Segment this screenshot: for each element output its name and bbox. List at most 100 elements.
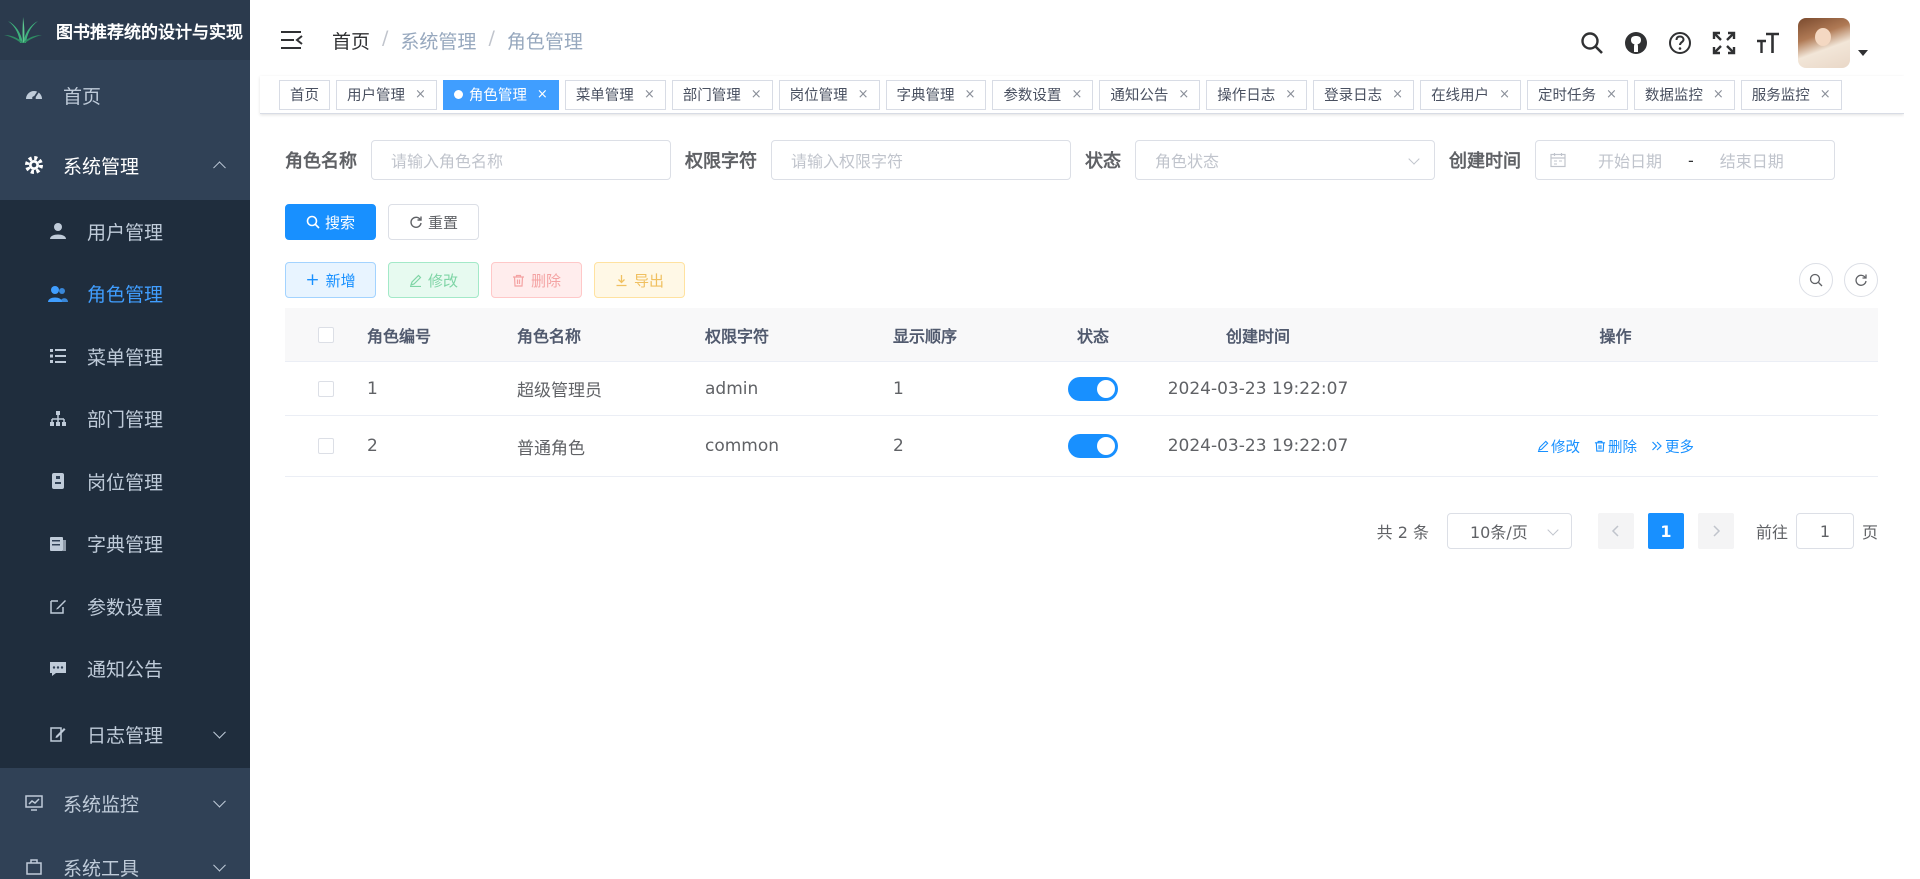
role-order: 2 (893, 436, 904, 456)
role-name: 超级管理员 (517, 381, 602, 401)
sidebar-item-depts[interactable]: 部门管理 (0, 388, 250, 451)
close-icon[interactable]: × (1499, 87, 1510, 102)
tag-data-monitor[interactable]: 数据监控 × (1633, 79, 1735, 110)
tag-depts[interactable]: 部门管理 × (671, 79, 773, 110)
column-header: 状态 (1076, 326, 1109, 346)
toggle-search-button[interactable] (1799, 263, 1833, 297)
search-icon (306, 215, 320, 229)
close-icon[interactable]: × (1285, 87, 1296, 102)
tag-oper-log[interactable]: 操作日志 × (1206, 79, 1308, 110)
caret-down-icon[interactable] (1858, 50, 1868, 56)
page-jump-input[interactable]: 1 (1795, 513, 1854, 549)
role-order: 1 (893, 378, 904, 399)
search-icon (1809, 273, 1823, 287)
status-placeholder: 角色状态 (1155, 152, 1220, 171)
tag-roles[interactable]: 角色管理 × (442, 79, 559, 110)
edit-icon (409, 274, 422, 287)
tag-home[interactable]: 首页 (279, 79, 330, 110)
prev-page-button[interactable] (1597, 513, 1634, 549)
d-arrow-right-icon (1652, 441, 1662, 451)
tag-posts[interactable]: 岗位管理 × (778, 79, 880, 110)
goto-label: 前往 (1755, 523, 1788, 542)
sidebar-item-notices[interactable]: 通知公告 (0, 638, 250, 701)
sidebar-item-roles[interactable]: 角色管理 (0, 263, 250, 326)
close-icon[interactable]: × (1178, 87, 1189, 102)
help-icon[interactable] (1658, 21, 1702, 65)
close-icon[interactable]: × (1820, 87, 1831, 102)
search-actions: 搜索 重置 (285, 204, 1878, 240)
close-icon[interactable]: × (537, 87, 548, 102)
tag-jobs[interactable]: 定时任务 × (1526, 79, 1628, 110)
search-icon[interactable] (1570, 21, 1614, 65)
logo-icon (4, 17, 42, 43)
reset-button[interactable]: 重置 (388, 204, 479, 240)
start-date-placeholder[interactable]: 开始日期 (1584, 148, 1676, 172)
create-time-label: 创建时间 (1449, 151, 1521, 172)
breadcrumb-separator: / (488, 27, 495, 49)
delete-button[interactable]: 删除 (491, 262, 582, 298)
monitor-icon (24, 793, 44, 813)
avatar[interactable] (1798, 18, 1850, 68)
sidebar-item-label: 系统管理 (63, 155, 140, 178)
sidebar-item-menus[interactable]: 菜单管理 (0, 325, 250, 388)
refresh-table-button[interactable] (1844, 263, 1878, 297)
tag-dicts[interactable]: 字典管理 × (885, 79, 987, 110)
close-icon[interactable]: × (415, 87, 426, 102)
close-icon[interactable]: × (751, 87, 762, 102)
peoples-icon (48, 284, 68, 304)
status-select[interactable]: 角色状态 (1135, 140, 1435, 180)
close-icon[interactable]: × (1392, 87, 1403, 102)
role-key-placeholder: 请输入权限字符 (791, 152, 904, 171)
close-icon[interactable]: × (1713, 87, 1724, 102)
close-icon[interactable]: × (858, 87, 869, 102)
sidebar-item-home[interactable]: 首页 (0, 60, 250, 130)
close-icon[interactable]: × (1071, 87, 1082, 102)
add-button[interactable]: + 新增 (285, 262, 376, 298)
next-page-button[interactable] (1697, 513, 1734, 549)
tag-login-log[interactable]: 登录日志 × (1313, 79, 1415, 110)
sidebar-item-posts[interactable]: 岗位管理 (0, 450, 250, 513)
tag-online[interactable]: 在线用户 × (1420, 79, 1521, 110)
end-date-placeholder[interactable]: 结束日期 (1706, 148, 1798, 172)
row-delete-link[interactable]: 删除 (1594, 436, 1637, 457)
date-range-picker[interactable]: 开始日期 - 结束日期 (1535, 140, 1835, 180)
export-button[interactable]: 导出 (594, 262, 685, 298)
sidebar-item-monitor[interactable]: 系统监控 (0, 768, 250, 838)
close-icon[interactable]: × (1606, 87, 1617, 102)
edit-button[interactable]: 修改 (388, 262, 479, 298)
page-unit-label: 页 (1861, 523, 1878, 542)
role-key-input[interactable]: 请输入权限字符 (771, 140, 1071, 180)
search-button[interactable]: 搜索 (285, 204, 376, 240)
page-size-select[interactable]: 10条/页 (1446, 513, 1572, 549)
hamburger-icon[interactable] (281, 30, 303, 50)
row-checkbox[interactable] (318, 380, 334, 397)
breadcrumb-home[interactable]: 首页 (332, 27, 370, 54)
row-checkbox[interactable] (318, 438, 334, 454)
font-size-icon[interactable] (1746, 21, 1790, 65)
tag-params[interactable]: 参数设置 × (992, 79, 1094, 110)
role-name-input[interactable]: 请输入角色名称 (371, 140, 671, 180)
tag-menus[interactable]: 菜单管理 × (564, 79, 666, 110)
close-icon[interactable]: × (965, 87, 976, 102)
status-switch[interactable] (1068, 434, 1118, 458)
close-icon[interactable]: × (644, 87, 655, 102)
fullscreen-icon[interactable] (1702, 21, 1746, 65)
github-icon[interactable] (1614, 21, 1658, 65)
log-icon (48, 724, 68, 744)
row-edit-link[interactable]: 修改 (1537, 436, 1580, 457)
sidebar-item-tools[interactable]: 系统工具 (0, 832, 250, 879)
row-more-link[interactable]: 更多 (1651, 436, 1694, 457)
page-number-button[interactable]: 1 (1647, 513, 1684, 549)
status-switch[interactable] (1068, 376, 1118, 401)
tag-users[interactable]: 用户管理 × (336, 79, 437, 110)
tag-label: 角色管理 (468, 88, 527, 104)
sidebar-item-dicts[interactable]: 字典管理 (0, 513, 250, 576)
tag-server-monitor[interactable]: 服务监控 × (1740, 79, 1842, 110)
sidebar-item-params[interactable]: 参数设置 (0, 575, 250, 638)
sidebar-item-logs[interactable]: 日志管理 (0, 700, 250, 768)
sidebar-item-system[interactable]: 系统管理 (0, 130, 250, 200)
select-all-checkbox[interactable] (318, 326, 334, 343)
logo[interactable]: 图书推荐统的设计与实现 (0, 0, 250, 60)
tag-notices[interactable]: 通知公告 × (1099, 79, 1201, 110)
sidebar-item-users[interactable]: 用户管理 (0, 200, 250, 263)
